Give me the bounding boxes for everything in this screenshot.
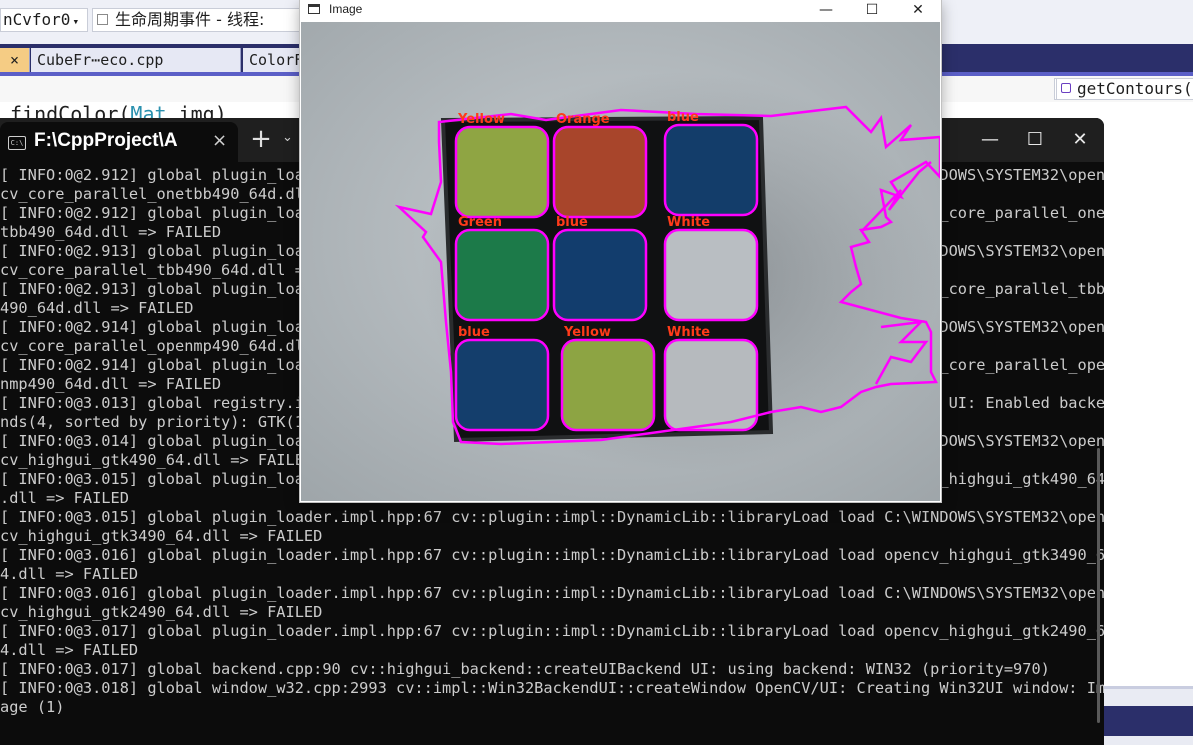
close-button[interactable]: ✕ <box>895 0 941 22</box>
close-button[interactable]: ✕ <box>1060 126 1100 154</box>
member-combo[interactable]: getContours( <box>1056 78 1193 100</box>
color-label: Green <box>458 215 502 230</box>
terminal-line: [ INFO:0@3.018] global window_w32.cpp:29… <box>0 679 1104 697</box>
terminal-line: 490_64d.dll => FAILED <box>0 299 194 317</box>
vs-status-bar <box>1100 706 1193 736</box>
color-label: White <box>667 215 710 230</box>
terminal-line: [ INFO:0@3.016] global plugin_loader.imp… <box>0 584 1104 602</box>
sticker <box>663 338 759 432</box>
color-label: blue <box>667 110 699 125</box>
terminal-line: cv_highgui_gtk3490_64.dll => FAILED <box>0 527 323 545</box>
terminal-line: tbb490_64d.dll => FAILED <box>0 223 222 241</box>
sticker <box>552 125 648 219</box>
color-label: White <box>667 325 710 340</box>
color-label: blue <box>556 215 588 230</box>
color-label: Yellow <box>563 325 611 340</box>
cube-icon <box>1061 83 1071 93</box>
terminal-line: [ INFO:0@3.017] global plugin_loader.imp… <box>0 622 1104 640</box>
function-combo[interactable]: 生命周期事件 - 线程: <box>92 8 302 32</box>
terminal-line: [ INFO:0@3.016] global plugin_loader.imp… <box>0 546 1104 564</box>
new-tab-button[interactable]: + <box>248 122 274 156</box>
terminal-tab-title: F:\CppProject\A <box>34 130 178 151</box>
sticker <box>454 338 550 432</box>
sticker <box>454 228 550 322</box>
chevron-down-icon: ▾ <box>72 15 80 28</box>
terminal-line: cv_highgui_gtk2490_64.dll => FAILED <box>0 603 323 621</box>
function-combo-label: 生命周期事件 - 线程: <box>115 10 265 29</box>
vs-bottom-divider <box>1100 686 1193 689</box>
terminal-line: 4.dll => FAILED <box>0 565 139 583</box>
tab-color[interactable]: ColorF <box>243 48 303 72</box>
sticker <box>560 338 656 432</box>
terminal-tab[interactable]: C:\ F:\CppProject\A × <box>0 122 238 162</box>
tab-label: CubeFr⋯eco.cpp <box>37 51 164 69</box>
color-label: Orange <box>556 112 610 127</box>
project-combo[interactable]: nCvfor0 ▾ <box>0 8 88 32</box>
sticker <box>454 125 550 219</box>
close-icon[interactable]: × <box>10 51 19 69</box>
maximize-button[interactable]: ☐ <box>1015 126 1055 154</box>
color-label: blue <box>458 325 490 340</box>
tab-cubefreco-cpp[interactable]: CubeFr⋯eco.cpp <box>31 48 241 72</box>
minimize-button[interactable]: — <box>970 126 1010 154</box>
color-label: Yellow <box>457 112 505 127</box>
chevron-down-icon[interactable]: ⌄ <box>282 130 293 145</box>
terminal-line: 4.dll => FAILED <box>0 641 139 659</box>
close-tab-icon[interactable]: × <box>212 130 227 151</box>
rubiks-cube-photo: Yellow Orange blue Green blue White blue Yellow… <box>301 22 940 501</box>
console-icon: C:\ <box>8 136 26 150</box>
event-icon <box>97 14 108 25</box>
sticker <box>663 123 759 217</box>
minimize-button[interactable]: — <box>803 0 849 22</box>
project-combo-label: nCvfor0 <box>3 10 71 29</box>
window-icon <box>308 4 320 14</box>
image-window-titlebar[interactable]: Image — ☐ ✕ <box>300 0 941 22</box>
terminal-scrollbar[interactable] <box>1097 448 1100 723</box>
terminal-line: [ INFO:0@3.015] global plugin_loader.imp… <box>0 508 1104 526</box>
maximize-button[interactable]: ☐ <box>849 0 895 22</box>
terminal-line: cv_highgui_gtk490_64.dll => FAILED <box>0 451 314 469</box>
terminal-line: [ INFO:0@3.017] global backend.cpp:90 cv… <box>0 660 1050 678</box>
member-combo-label: getContours( <box>1077 79 1193 98</box>
terminal-line: .dll => FAILED <box>0 489 129 507</box>
terminal-line: age (1) <box>0 698 65 716</box>
image-window-title: Image <box>329 2 363 16</box>
sticker <box>663 228 759 322</box>
image-canvas: Yellow Orange blue Green blue White blue Yellow… <box>301 22 940 501</box>
sticker-grid <box>454 123 759 432</box>
image-window[interactable]: Image — ☐ ✕ Yellow Orange blue Green blu… <box>300 0 941 502</box>
terminal-line: nmp490_64d.dll => FAILED <box>0 375 222 393</box>
tab-label: ColorF <box>249 51 303 69</box>
sticker <box>552 228 648 322</box>
tab-active[interactable]: × <box>0 48 30 72</box>
